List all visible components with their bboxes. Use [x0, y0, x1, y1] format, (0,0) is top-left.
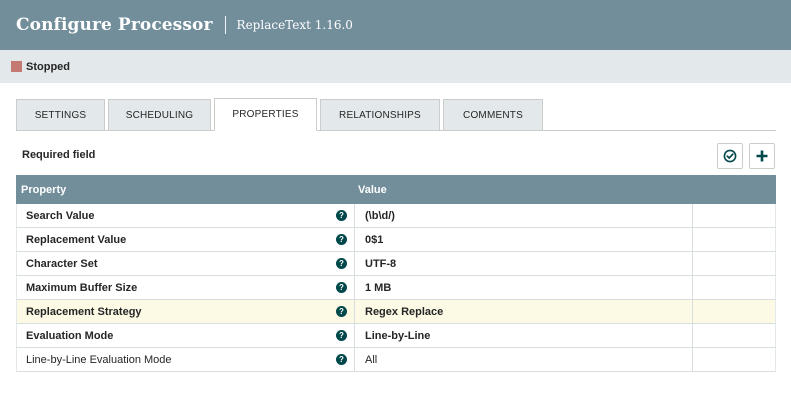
property-value-cell[interactable]: 1 MB [355, 276, 693, 299]
tab-settings-label: SETTINGS [34, 109, 87, 121]
property-actions-cell [693, 300, 775, 323]
property-name: Evaluation Mode [26, 329, 114, 342]
tab-relationships[interactable]: RELATIONSHIPS [320, 99, 440, 131]
property-value: 0$1 [365, 233, 384, 246]
help-icon[interactable]: ? [336, 354, 347, 365]
table-row[interactable]: Evaluation Mode ? Line-by-Line [16, 324, 776, 348]
property-name-cell: Line-by-Line Evaluation Mode ? [17, 348, 355, 371]
property-value-cell[interactable]: Line-by-Line [355, 324, 693, 347]
help-icon[interactable]: ? [336, 210, 347, 221]
help-icon[interactable]: ? [336, 282, 347, 293]
required-field-label: Required field [22, 149, 96, 161]
property-value-cell[interactable]: UTF-8 [355, 252, 693, 275]
status-label: Stopped [26, 60, 70, 73]
property-actions-cell [693, 348, 775, 371]
property-value: Line-by-Line [365, 329, 431, 342]
property-actions-cell [693, 252, 775, 275]
property-name: Line-by-Line Evaluation Mode [26, 353, 172, 366]
property-value: (\b\d/) [365, 209, 395, 222]
tab-comments-label: COMMENTS [463, 109, 523, 121]
property-value-cell[interactable]: Regex Replace [355, 300, 693, 323]
table-row-selected[interactable]: Replacement Strategy ? Regex Replace [16, 300, 776, 324]
tab-comments[interactable]: COMMENTS [443, 99, 543, 131]
verify-properties-button[interactable] [717, 143, 743, 169]
dialog-title: Configure Processor [16, 15, 213, 35]
property-name: Character Set [26, 257, 98, 270]
tab-relationships-label: RELATIONSHIPS [339, 109, 421, 121]
property-actions-cell [693, 228, 775, 251]
tab-scheduling[interactable]: SCHEDULING [108, 99, 211, 131]
tab-scheduling-label: SCHEDULING [125, 109, 194, 121]
property-value-cell[interactable]: (\b\d/) [355, 204, 693, 227]
property-name-cell: Replacement Value ? [17, 228, 355, 251]
property-value-cell[interactable]: All [355, 348, 693, 371]
property-value: UTF-8 [365, 257, 397, 270]
processor-type: ReplaceText 1.16.0 [236, 18, 353, 32]
property-name-cell: Replacement Strategy ? [17, 300, 355, 323]
property-column-header: Property [21, 183, 67, 196]
table-header: Property Value [16, 175, 776, 204]
check-circle-icon [723, 149, 737, 163]
help-icon[interactable]: ? [336, 234, 347, 245]
property-name: Maximum Buffer Size [26, 281, 138, 294]
properties-table: Property Value Search Value ? (\b\d/) Re… [16, 175, 776, 372]
help-icon[interactable]: ? [336, 330, 347, 341]
property-actions-cell [693, 276, 775, 299]
property-value: 1 MB [365, 281, 392, 294]
property-name-cell: Evaluation Mode ? [17, 324, 355, 347]
help-icon[interactable]: ? [336, 306, 347, 317]
stopped-icon [11, 61, 22, 72]
property-name: Replacement Value [26, 233, 127, 246]
plus-icon [756, 150, 768, 162]
property-value: Regex Replace [365, 305, 444, 318]
tab-properties[interactable]: PROPERTIES [214, 98, 317, 131]
title-separator [224, 16, 226, 34]
tabs-divider [16, 130, 776, 131]
property-name: Replacement Strategy [26, 305, 142, 318]
table-row[interactable]: Search Value ? (\b\d/) [16, 204, 776, 228]
tab-bar: SETTINGS SCHEDULING PROPERTIES RELATIONS… [16, 98, 546, 131]
property-name-cell: Search Value ? [17, 204, 355, 227]
status-bar: Stopped [0, 50, 791, 83]
table-row[interactable]: Maximum Buffer Size ? 1 MB [16, 276, 776, 300]
add-property-button[interactable] [749, 143, 775, 169]
table-row[interactable]: Replacement Value ? 0$1 [16, 228, 776, 252]
dialog-header: Configure Processor ReplaceText 1.16.0 [0, 0, 791, 50]
property-name-cell: Maximum Buffer Size ? [17, 276, 355, 299]
property-actions-cell [693, 324, 775, 347]
property-value-cell[interactable]: 0$1 [355, 228, 693, 251]
property-name-cell: Character Set ? [17, 252, 355, 275]
property-value: All [365, 353, 378, 366]
table-row[interactable]: Line-by-Line Evaluation Mode ? All [16, 348, 776, 372]
property-name: Search Value [26, 209, 95, 222]
tab-properties-label: PROPERTIES [232, 109, 299, 120]
table-row[interactable]: Character Set ? UTF-8 [16, 252, 776, 276]
value-column-header: Value [358, 183, 387, 196]
tab-settings[interactable]: SETTINGS [16, 99, 105, 131]
help-icon[interactable]: ? [336, 258, 347, 269]
property-actions-cell [693, 204, 775, 227]
